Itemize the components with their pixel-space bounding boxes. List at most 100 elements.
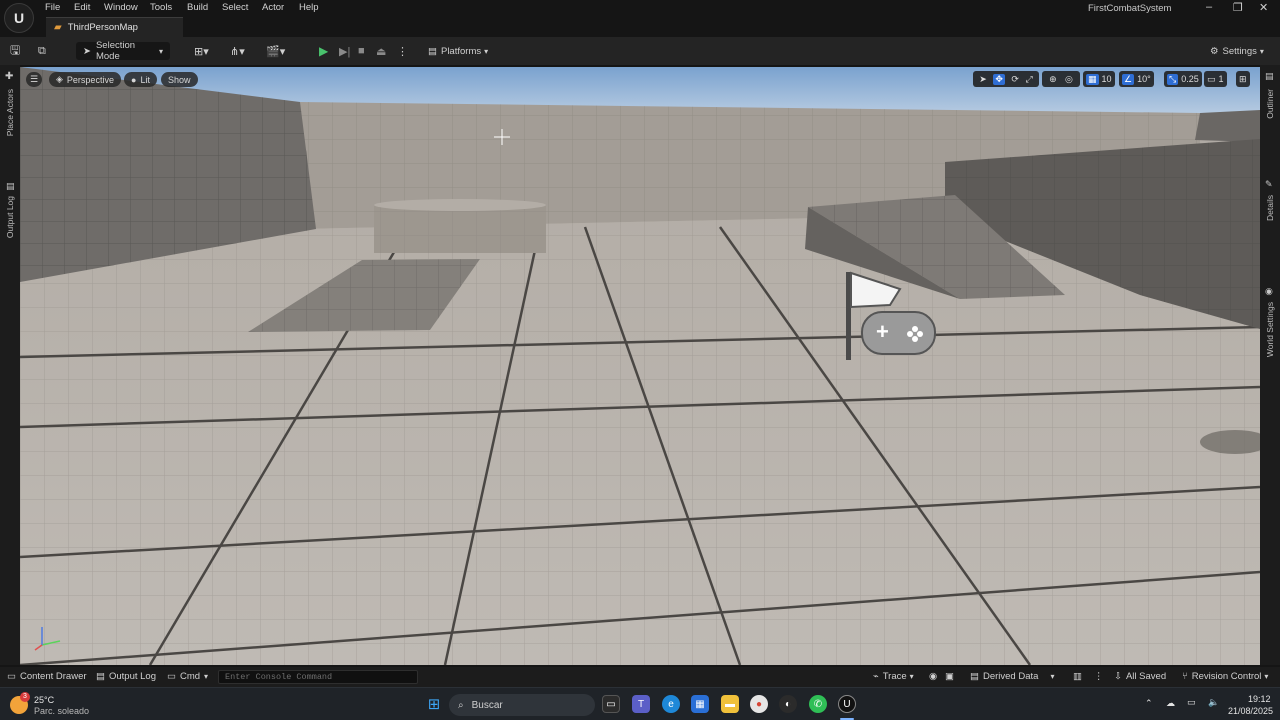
chevron-down-icon: ▾ [204,672,209,681]
trace-icon: ⌁ [873,671,879,682]
select-tool-icon[interactable]: ➤ [979,74,987,85]
coord-tools: ⊕ ◎ [1042,71,1080,87]
console-command-input[interactable]: Enter Console Command [218,670,418,684]
platforms-dropdown[interactable]: ▤ Platforms ▾ [428,42,488,60]
viewport-menu-button[interactable]: ☰ [26,72,42,87]
clock-date[interactable]: 21/08/2025 [1228,706,1273,716]
volume-icon[interactable]: 🔈 [1208,697,1219,708]
settings-dropdown[interactable]: ⚙ Settings ▾ [1210,42,1264,60]
scale-tool-icon[interactable]: ⤢ [1026,74,1033,85]
store-icon[interactable]: ▦ [691,695,709,713]
play-button[interactable]: ▶ [319,42,328,60]
move-tool-icon[interactable]: ✥ [993,73,1005,85]
revision-icon: ⑂ [1182,671,1188,682]
scale-snap-icon: ⤡ [1167,73,1179,85]
unreal-logo-icon[interactable]: U [4,3,34,33]
grid-icon: ▦ [1086,73,1099,85]
windows-taskbar: 3 25°C Parc. soleado ⊞ ⌕ Buscar ▭ T e ▦ … [0,687,1280,720]
network-icon[interactable]: ▭ [1187,697,1196,708]
trace-dropdown[interactable]: ⌁ Trace ▾ [873,671,914,682]
blueprint-icon[interactable]: ⋔▾ [230,42,245,60]
show-label: Show [168,74,191,85]
outliner-icon[interactable]: ▤ [1265,71,1274,82]
more-options-icon[interactable]: ⋮ [397,42,408,60]
file-explorer-icon[interactable]: ▬ [721,695,739,713]
weather-desc[interactable]: Parc. soleado [34,706,89,716]
viewport-layout-button[interactable]: ⊞ [1236,71,1250,87]
changelist-icon[interactable]: ▥ [1073,671,1082,682]
eject-icon[interactable]: ⏏ [376,42,386,60]
lit-button[interactable]: ● Lit [124,72,157,87]
add-actor-icon[interactable]: ⊞▾ [194,42,209,60]
perspective-button[interactable]: ◈ Perspective [49,72,121,87]
clock-time[interactable]: 19:12 [1248,694,1271,704]
menu-actor[interactable]: Actor [262,2,284,13]
unreal-taskbar-icon[interactable]: U [838,695,856,713]
tab-world-settings[interactable]: World Settings [1265,302,1275,357]
derived-data-dropdown[interactable]: ▤ Derived Data ▾ [970,671,1054,682]
camera-speed-button[interactable]: ▭ 1 [1204,71,1227,87]
browse-icon[interactable]: ⧉ [38,42,46,60]
task-view-icon[interactable]: ▭ [602,695,620,713]
maximize-button[interactable]: ❐ [1233,1,1243,14]
grid-snap-button[interactable]: ▦ 10 [1083,71,1115,87]
step-icon[interactable]: ▶| [339,42,350,60]
world-globe-icon[interactable]: ⊕ [1049,74,1057,85]
windows-start-icon[interactable]: ⊞ [425,695,443,713]
cmd-dropdown[interactable]: ▭ Cmd ▾ [167,671,208,682]
gear-icon: ⚙ [1210,45,1219,57]
show-button[interactable]: Show [161,72,198,87]
tab-output-log[interactable]: Output Log [5,196,15,238]
revision-control-dropdown[interactable]: ⑂ Revision Control ▾ [1182,671,1268,682]
chevron-down-icon: ▾ [909,672,914,681]
menu-select[interactable]: Select [222,2,248,13]
output-log-icon[interactable]: ▤ [6,181,15,192]
lit-label: Lit [140,74,150,85]
database-icon: ▤ [970,671,979,682]
save-status-icon: ⇩ [1114,671,1122,682]
menu-edit[interactable]: Edit [74,2,90,13]
weather-temp[interactable]: 25°C [34,695,54,705]
search-placeholder: Buscar [471,699,503,711]
output-log-button[interactable]: ▤ Output Log [96,671,156,682]
tab-place-actors[interactable]: Place Actors [5,89,15,136]
stop-icon[interactable]: ■ [358,42,365,60]
teams-icon[interactable]: T [632,695,650,713]
globe-icon[interactable]: ◉ [1265,286,1273,297]
derived-data-label: Derived Data [982,671,1039,682]
edge-icon[interactable]: e [662,695,680,713]
chevron-up-icon[interactable]: ⌃ [1145,698,1153,709]
taskbar-search[interactable]: ⌕ Buscar [449,694,595,716]
place-actors-icon[interactable]: ✚ [5,71,13,82]
menu-tools[interactable]: Tools [150,2,172,13]
onedrive-icon[interactable]: ☁ [1166,698,1175,709]
tab-details[interactable]: Details [1265,195,1275,221]
more-icon[interactable]: ⋮ [1094,671,1104,682]
rotation-snap-button[interactable]: ∠ 10° [1119,71,1154,87]
close-button[interactable]: ✕ [1259,1,1268,14]
pencil-icon[interactable]: ✎ [1265,179,1273,190]
menu-file[interactable]: File [45,2,60,13]
chrome-icon[interactable]: ● [750,695,768,713]
cinematics-icon[interactable]: 🎬▾ [266,42,285,60]
minimize-button[interactable]: – [1206,1,1212,13]
tab-outliner[interactable]: Outliner [1265,89,1275,119]
menu-help[interactable]: Help [299,2,319,13]
surface-snap-icon[interactable]: ◎ [1065,74,1073,85]
whatsapp-icon[interactable]: ✆ [809,695,827,713]
tab-third-person-map[interactable]: ▰ ThirdPersonMap [46,17,183,37]
screenshot-icon[interactable]: ▣ [945,671,954,682]
level-viewport[interactable]: + ☰ ◈ Perspective ● Lit Show ➤ ✥ ⟳ ⤢ ⊕ ◎… [20,67,1260,665]
all-saved-button[interactable]: ⇩ All Saved [1114,671,1166,682]
steam-icon[interactable]: ◐ [779,695,797,713]
cube-icon: ◈ [56,74,63,84]
record-icon[interactable]: ◉ [929,671,937,682]
scale-snap-button[interactable]: ⤡ 0.25 [1164,71,1202,87]
save-icon[interactable]: 🖫 [10,42,20,60]
menu-build[interactable]: Build [187,2,208,13]
chevron-down-icon: ▾ [1050,672,1055,681]
content-drawer-button[interactable]: ▭ Content Drawer [7,671,87,682]
menu-window[interactable]: Window [104,2,138,13]
selection-mode-dropdown[interactable]: ➤ Selection Mode ▾ [76,40,170,62]
rotate-tool-icon[interactable]: ⟳ [1011,74,1019,85]
